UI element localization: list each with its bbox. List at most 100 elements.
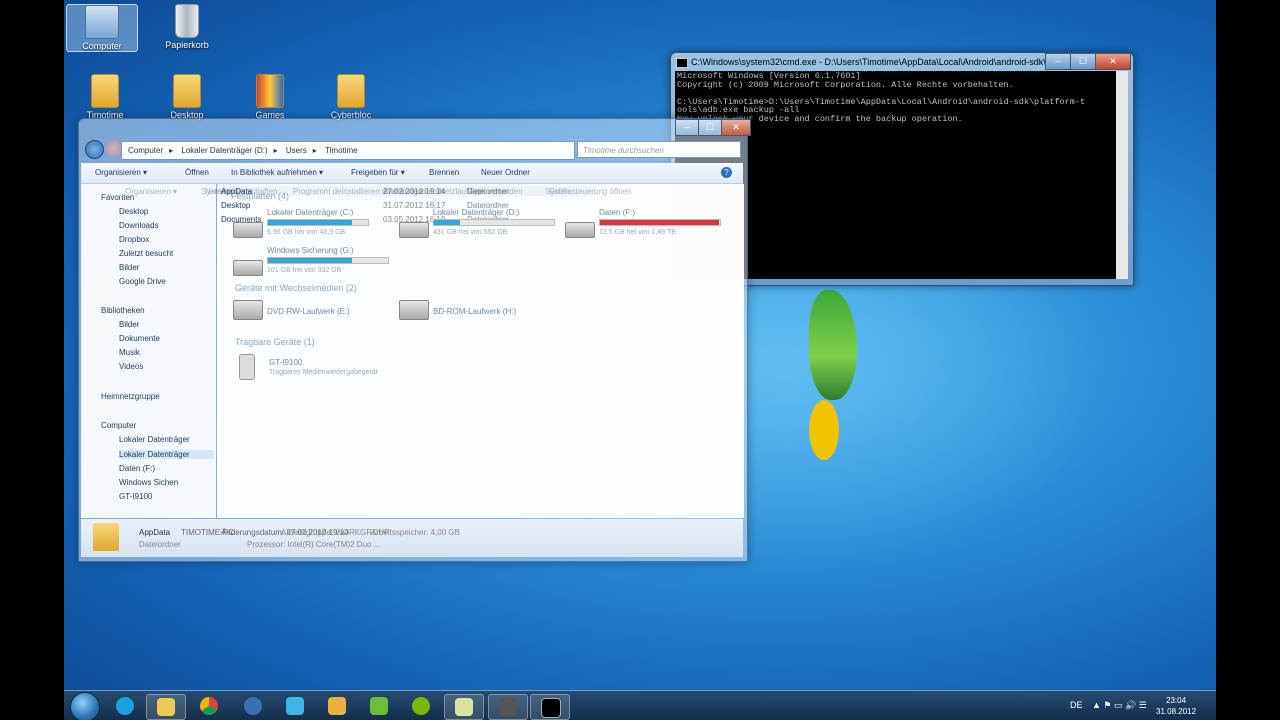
pen-icon	[328, 697, 346, 715]
nav-desktop[interactable]: Desktop	[119, 207, 148, 216]
minimize-button[interactable]: ‒	[1045, 53, 1071, 70]
evernote-icon	[370, 697, 388, 715]
letterbox-left	[0, 0, 64, 720]
drive-free: 431 GB frei von 552 GB	[433, 229, 508, 236]
close-button[interactable]: ✕	[721, 119, 751, 136]
details-cpu: Prozessor: Intel(R) Core(TM)2 Duo ...	[247, 540, 381, 549]
language-indicator[interactable]: DE	[1070, 700, 1083, 710]
details-kind: Dateiordner	[139, 540, 181, 549]
nav-homegroup[interactable]: Heimnetzgruppe	[101, 392, 160, 401]
show-hidden-icons[interactable]: ▲ ⚑ ▭ 🔊 ☰	[1092, 700, 1147, 711]
folder-icon	[93, 523, 119, 551]
breadcrumb-item[interactable]: Users	[286, 146, 307, 155]
nav-lib-pictures[interactable]: Bilder	[119, 320, 139, 329]
drive-name[interactable]: BD-ROM-Laufwerk (H:)	[433, 307, 516, 316]
nav-downloads[interactable]: Downloads	[119, 221, 159, 230]
start-button[interactable]	[70, 692, 100, 720]
desktop-icon-timotime[interactable]: Timotime	[70, 74, 140, 120]
taskbar-cmd[interactable]	[530, 694, 570, 720]
drive-name[interactable]: Lokaler Datenträger (C:)	[267, 208, 353, 217]
forward-button[interactable]	[105, 140, 122, 157]
hard-drive-icon	[399, 222, 429, 238]
drive-name[interactable]: Daten (F:)	[599, 208, 635, 217]
folder-icon	[91, 74, 119, 108]
taskbar-folder[interactable]	[444, 694, 484, 720]
taskbar-thunderbird[interactable]	[234, 694, 272, 718]
scrollbar[interactable]	[1116, 71, 1128, 279]
folder-icon	[173, 74, 201, 108]
breadcrumb-item[interactable]: Computer	[128, 146, 163, 155]
nav-drive-c[interactable]: Lokaler Datenträger	[119, 435, 190, 444]
nav-lib-music[interactable]: Musik	[119, 348, 140, 357]
phone-icon	[239, 354, 255, 380]
close-button[interactable]: ✕	[1095, 53, 1131, 70]
drive-usage-bar	[267, 257, 389, 264]
nav-drive-g[interactable]: Windows Sichen	[119, 478, 178, 487]
drive-usage-bar	[267, 219, 369, 226]
nav-dropbox[interactable]: Dropbox	[119, 235, 149, 244]
nav-libraries[interactable]: Bibliotheken	[101, 306, 145, 315]
desktop-icon-computer[interactable]: Computer	[66, 4, 138, 52]
chrome-icon	[200, 697, 218, 715]
organize-button[interactable]: Organisieren ▾	[95, 168, 147, 177]
nav-lib-videos[interactable]: Videos	[119, 362, 143, 371]
help-icon[interactable]: ?	[721, 167, 732, 178]
taskbar-evernote[interactable]	[360, 694, 398, 718]
cmd-icon	[676, 58, 688, 68]
group-header-removable[interactable]: Geräte mit Wechselmedien (2)	[235, 283, 357, 293]
desktop-icon-cyberbloc[interactable]: Cyberbloc	[316, 74, 386, 120]
open-button[interactable]: Öffnen	[185, 168, 209, 177]
folder-icon	[256, 74, 284, 108]
desktop-icon-games[interactable]: Games	[235, 74, 305, 120]
taskbar-explorer[interactable]	[146, 694, 186, 720]
device-name[interactable]: GT-I9100	[269, 358, 302, 367]
nav-device[interactable]: GT-I9100	[119, 492, 152, 501]
group-header-drives[interactable]: Festplatten (4)	[231, 191, 289, 201]
desktop-icon-recycle-bin[interactable]: Papierkorb	[152, 4, 222, 50]
maximize-button[interactable]: ☐	[698, 119, 722, 136]
nav-google-drive[interactable]: Google Drive	[119, 277, 166, 286]
taskbar-chrome[interactable]	[190, 694, 228, 718]
drive-name[interactable]: DVD-RW-Laufwerk (E:)	[267, 307, 350, 316]
address-bar[interactable]: Computer ▸ Lokaler Datenträger (D:) ▸ User…	[121, 141, 575, 160]
explorer-window[interactable]: ‒ ☐ ✕ Computer ▸ Lokaler Datenträger (D:)…	[78, 118, 751, 562]
navigation-pane: Favoriten Desktop Downloads Dropbox Zule…	[81, 184, 216, 518]
breadcrumb-item[interactable]: Lokaler Datenträger (D:)	[181, 146, 267, 155]
nav-lib-documents[interactable]: Dokumente	[119, 334, 160, 343]
drive-name[interactable]: Windows Sicherung (G:)	[267, 246, 354, 255]
drive-name[interactable]: Lokaler Datenträger (D:)	[433, 208, 519, 217]
details-pane: AppData TIMOTIME-PC Änderungsdatum: 27.0…	[81, 519, 743, 557]
share-button[interactable]: Freigeben für ▾	[351, 168, 405, 177]
taskbar-skype[interactable]	[106, 694, 144, 718]
breadcrumb-item[interactable]: Timotime	[325, 146, 358, 155]
drive-usage-bar	[433, 219, 555, 226]
clock-time: 23:04	[1166, 696, 1187, 705]
nav-drive-f[interactable]: Daten (F:)	[119, 464, 155, 473]
burn-button[interactable]: Brennen	[429, 168, 459, 177]
nav-pictures[interactable]: Bilder	[119, 263, 139, 272]
taskbar-app[interactable]	[318, 694, 356, 718]
minimize-button[interactable]: ‒	[675, 119, 699, 136]
maximize-button[interactable]: ☐	[1070, 53, 1096, 70]
dvd-drive-icon	[233, 300, 263, 320]
search-input[interactable]: Timotime durchsuchen	[577, 141, 741, 158]
add-to-library-button[interactable]: In Bibliothek aufnehmen ▾	[231, 168, 323, 177]
nav-favorites[interactable]: Favoriten	[101, 193, 134, 202]
taskbar-tool[interactable]	[488, 694, 528, 720]
bird-icon	[286, 697, 304, 715]
computer-icon	[85, 5, 119, 39]
nav-computer[interactable]: Computer	[101, 421, 136, 430]
desktop-icon-desktop[interactable]: Desktop	[152, 74, 222, 120]
skype-icon	[116, 697, 134, 715]
nav-recent[interactable]: Zuletzt besucht	[119, 249, 173, 258]
clock[interactable]: 23:04 31.08.2012	[1156, 695, 1196, 717]
taskbar-twitter[interactable]	[276, 694, 314, 718]
new-folder-button[interactable]: Neuer Ordner	[481, 168, 530, 177]
group-header-portable[interactable]: Tragbare Geräte (1)	[235, 337, 315, 347]
back-button[interactable]	[85, 140, 104, 159]
folder-icon	[157, 698, 175, 716]
nav-drive-d[interactable]: Lokaler Datenträger	[119, 450, 214, 459]
file-name[interactable]: Desktop	[221, 201, 250, 210]
taskbar-spotify[interactable]	[402, 694, 440, 718]
details-ram: Arbeitsspeicher: 4,00 GB	[371, 528, 460, 537]
